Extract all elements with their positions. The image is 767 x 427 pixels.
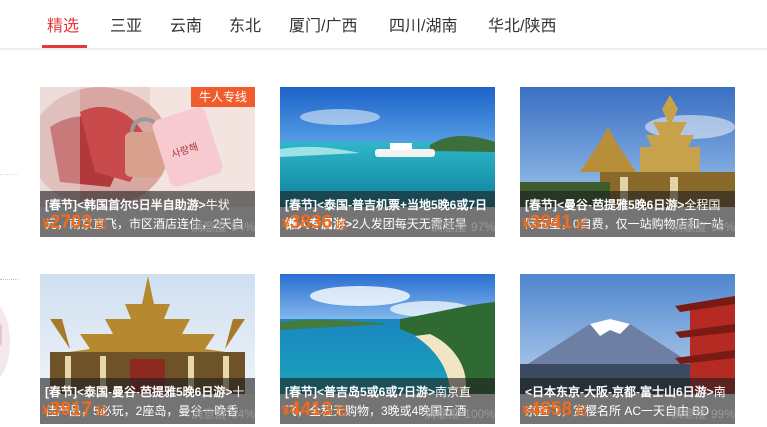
tab-sanya[interactable]: 三亚 <box>110 16 142 38</box>
thai-temple-photo[interactable] <box>520 87 735 207</box>
mount-fuji-pagoda-photo[interactable] <box>520 274 735 394</box>
tab-sichuan-hunan[interactable]: 四川/湖南 <box>389 16 457 38</box>
price-row: ¥3836 起 满意度 97% <box>280 210 495 238</box>
product-price: ¥4858 起 <box>522 399 588 420</box>
tab-featured[interactable]: 精选 <box>47 16 79 38</box>
satisfaction-rating: 满意度 94% <box>190 407 255 421</box>
price-row: ¥4858 起 满意度 99% <box>520 397 735 425</box>
product-card[interactable]: <日本东京-大阪-京都-富士山6日游>南京直飞，赏樱名所 AC一天自由 BD ¥… <box>520 274 735 424</box>
price-row: ¥2703 起 满意度 94% <box>40 210 255 238</box>
product-card[interactable]: [春节]<普吉岛5或6或7日游>南京直飞，全程无购物，3晚或4晚国五酒 ¥441… <box>280 274 495 424</box>
product-price: ¥3917 起 <box>42 399 108 420</box>
product-price: ¥3941 起 <box>522 212 588 233</box>
tab-huabei-shaanxi[interactable]: 华北/陕西 <box>488 16 556 38</box>
tab-northeast[interactable]: 东北 <box>229 16 261 38</box>
golden-palace-photo[interactable] <box>40 274 255 394</box>
price-row: ¥3941 起 满意度 98% <box>520 210 735 238</box>
product-price: ¥3836 起 <box>282 212 348 233</box>
price-row: ¥4413 起 满意度 100% <box>280 397 495 425</box>
product-price: ¥2703 起 <box>42 212 108 233</box>
product-price: ¥4413 起 <box>282 399 348 420</box>
product-card[interactable]: [春节]<曼谷-芭提雅5晚6日游>全程国际五星，0自费，仅一站购物店和一站 ¥3… <box>520 87 735 237</box>
tab-yunnan[interactable]: 云南 <box>170 16 202 38</box>
tab-xiamen-guangxi[interactable]: 厦门/广西 <box>289 16 357 38</box>
destination-tabs: 精选 三亚 云南 东北 厦门/广西 四川/湖南 华北/陕西 <box>0 0 767 50</box>
left-decoration-line <box>0 174 18 175</box>
left-decoration-line <box>0 279 18 280</box>
satisfaction-rating: 满意度 100% <box>424 407 495 421</box>
bay-beach-photo[interactable] <box>280 274 495 394</box>
product-card[interactable]: [春节]<泰国-曼谷-芭提雅5晚6日游>十佳产品，5必玩，2座岛，曼谷一晚香 ¥… <box>40 274 255 424</box>
satisfaction-rating: 满意度 98% <box>670 220 735 234</box>
satisfaction-rating: 满意度 99% <box>670 407 735 421</box>
satisfaction-rating: 满意度 97% <box>430 220 495 234</box>
left-decoration-shape <box>0 302 10 382</box>
satisfaction-rating: 满意度 94% <box>190 220 255 234</box>
product-card[interactable]: 사랑해 牛人专线 [春节]<韩国首尔5日半自助游>牛状元，南京直飞，市区酒店连住… <box>40 87 255 237</box>
tropical-sea-boat-photo[interactable] <box>280 87 495 207</box>
price-row: ¥3917 起 满意度 94% <box>40 397 255 425</box>
product-card[interactable]: [春节]<泰国-普吉机票+当地5晚6或7日懒人专属游>2人发团每天无需赶早 ¥3… <box>280 87 495 237</box>
badge-niuren-line: 牛人专线 <box>190 87 255 107</box>
tabs-divider <box>0 48 767 50</box>
